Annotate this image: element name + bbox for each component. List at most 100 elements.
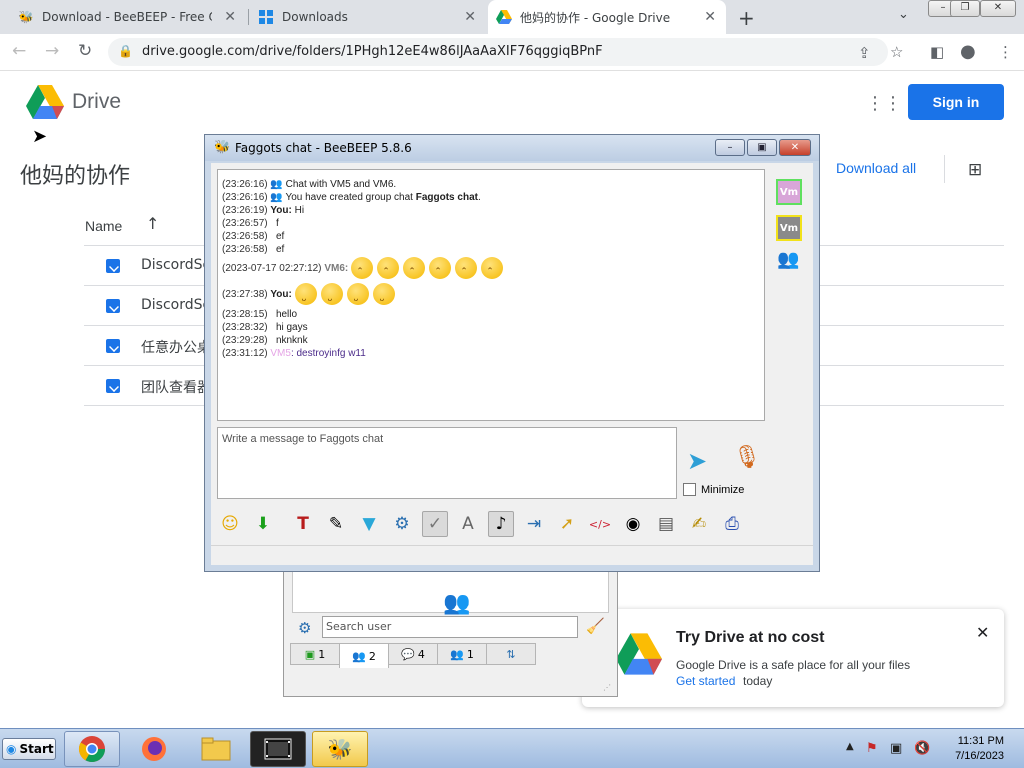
tab-beebeep-download[interactable]: 🐝 Download - BeeBEEP - Free Offic ✕ bbox=[10, 0, 246, 34]
filter-icon[interactable]: ▼ bbox=[356, 511, 382, 537]
file-name: 团队查看器 bbox=[141, 380, 211, 396]
tab-groups[interactable]: 👥 2 bbox=[339, 643, 389, 668]
share-icon[interactable]: ⇪ bbox=[858, 44, 871, 62]
volume-muted-icon[interactable]: 🔇 bbox=[914, 741, 930, 756]
tab-count: 1 bbox=[466, 647, 474, 661]
settings-icon[interactable]: ⚙ bbox=[389, 511, 415, 537]
chat-message: (23:26:19) You: Hi bbox=[222, 205, 305, 216]
sweat-smile-icon bbox=[372, 283, 395, 313]
close-icon[interactable]: ✕ bbox=[464, 9, 476, 25]
frown-face-icon bbox=[455, 257, 477, 280]
font-icon[interactable]: T bbox=[290, 511, 316, 537]
tab-people[interactable]: 👥 1 bbox=[437, 643, 487, 665]
screenshot-icon[interactable]: ◉ bbox=[620, 511, 646, 537]
tab-users[interactable]: ▣ 1 bbox=[290, 643, 340, 665]
group-members-icon[interactable]: 👥 bbox=[777, 249, 809, 270]
start-button[interactable]: ◉ Start bbox=[2, 738, 56, 760]
file-name: 任意办公桌 bbox=[141, 340, 211, 356]
close-window-button[interactable]: ✕ bbox=[980, 0, 1016, 17]
chat-message: (23:26:16) 👥 You have created group chat… bbox=[222, 192, 481, 203]
new-tab-button[interactable]: + bbox=[738, 6, 755, 30]
tab-count: 4 bbox=[417, 647, 425, 661]
close-icon[interactable]: ✕ bbox=[976, 623, 989, 642]
media-icon[interactable] bbox=[250, 731, 306, 767]
tab-title: Downloads bbox=[282, 10, 348, 24]
edit-icon[interactable]: ✍ bbox=[686, 511, 712, 537]
text-icon[interactable]: A bbox=[455, 511, 481, 537]
users-online-icon: ▣ bbox=[304, 647, 316, 661]
print-icon[interactable]: ⎙ bbox=[719, 511, 745, 537]
code-icon[interactable]: </> bbox=[587, 511, 613, 537]
download-all-button[interactable]: Download all bbox=[836, 160, 916, 176]
clear-search-icon[interactable]: 🧹 bbox=[586, 617, 605, 635]
search-user-input[interactable]: Search user bbox=[322, 616, 578, 638]
name-column-header[interactable]: Name bbox=[85, 218, 122, 234]
profile-avatar-icon[interactable]: ● bbox=[960, 41, 976, 62]
security-flag-icon[interactable]: ⚑ bbox=[866, 741, 878, 756]
kebab-menu-icon[interactable]: ⋮ bbox=[998, 43, 1013, 61]
maximize-window-button[interactable]: ▣ bbox=[747, 139, 777, 156]
firefox-icon[interactable] bbox=[126, 731, 182, 767]
close-icon[interactable]: ✕ bbox=[224, 9, 236, 25]
side-panel-icon[interactable]: ◧ bbox=[930, 43, 944, 61]
tab-downloads[interactable]: Downloads ✕ bbox=[250, 0, 486, 34]
color-icon[interactable]: ✎ bbox=[323, 511, 349, 537]
beebeep-user-panel: 👥 ⚙ Search user 🧹 ▣ 1 👥 2 💬 4 👥 1 ⇅ ⋰ bbox=[283, 560, 618, 697]
avatar[interactable]: Vm bbox=[776, 179, 802, 205]
gear-icon[interactable]: ⚙ bbox=[298, 619, 311, 637]
share-icon[interactable]: ➚ bbox=[554, 511, 580, 537]
window-title: Faggots chat - BeeBEEP 5.8.6 bbox=[235, 141, 412, 155]
show-hidden-icons-icon[interactable]: ▲ bbox=[846, 741, 854, 752]
back-arrow-icon[interactable]: ← bbox=[12, 41, 26, 61]
promo-tail-text: today bbox=[743, 674, 773, 688]
avatar[interactable]: Vm bbox=[776, 215, 802, 241]
tab-google-drive[interactable]: 他妈的协作 - Google Drive ✕ bbox=[488, 0, 726, 34]
sort-arrow-icon[interactable]: ↑ bbox=[146, 214, 159, 233]
group-users-icon[interactable]: 👥 bbox=[443, 591, 470, 616]
mouse-cursor-icon: ➤ bbox=[32, 126, 48, 147]
drive-brand[interactable]: Drive bbox=[72, 90, 121, 114]
grid-view-icon[interactable]: ⊞ bbox=[968, 160, 982, 180]
folder-title: 他妈的协作 bbox=[20, 164, 131, 189]
send-message-icon[interactable]: ➤ bbox=[687, 447, 707, 475]
chat-icon: 💬 bbox=[401, 647, 415, 661]
spellcheck-icon[interactable]: ✓ bbox=[422, 511, 448, 537]
window-titlebar[interactable]: 🐝 Faggots chat - BeeBEEP 5.8.6 – ▣ ✕ bbox=[205, 135, 819, 161]
tab-search-chevron-icon[interactable]: ⌄ bbox=[898, 7, 909, 22]
bookmark-star-icon[interactable]: ☆ bbox=[890, 43, 903, 61]
forward-arrow-icon[interactable]: → bbox=[45, 41, 59, 61]
chat-message: (23:26:58) ef bbox=[222, 244, 285, 255]
network-icon[interactable]: ▣ bbox=[890, 741, 902, 756]
url-text: drive.google.com/drive/folders/1PHgh12eE… bbox=[142, 44, 603, 59]
image-icon[interactable]: ▤ bbox=[653, 511, 679, 537]
minimize-window-button[interactable]: – bbox=[715, 139, 745, 156]
message-history[interactable]: (23:26:16) 👥 Chat with VM5 and VM6. (23:… bbox=[217, 169, 765, 421]
chat-message: (23:31:12) VM5: destroyinfg w11 bbox=[222, 348, 366, 359]
user-list[interactable]: 👥 bbox=[292, 571, 609, 616]
tab-chats[interactable]: 💬 4 bbox=[388, 643, 438, 665]
sign-in-button[interactable]: Sign in bbox=[908, 84, 1004, 120]
tab-share[interactable]: ⇅ bbox=[486, 643, 536, 665]
get-started-link[interactable]: Get started bbox=[676, 674, 735, 688]
beebeep-icon[interactable]: 🐝 bbox=[312, 731, 368, 767]
music-icon[interactable]: ♪ bbox=[488, 511, 514, 537]
minimize-checkbox[interactable] bbox=[683, 483, 696, 496]
export-icon[interactable]: ⇥ bbox=[521, 511, 547, 537]
chrome-icon[interactable] bbox=[64, 731, 120, 767]
save-icon[interactable]: ⬇ bbox=[250, 511, 276, 537]
explorer-icon[interactable] bbox=[188, 731, 244, 767]
minimize-label: Minimize bbox=[701, 484, 745, 496]
close-window-button[interactable]: ✕ bbox=[779, 139, 811, 156]
reload-icon[interactable]: ↻ bbox=[78, 41, 92, 61]
close-icon[interactable]: ✕ bbox=[704, 9, 716, 25]
drive-logo-icon[interactable] bbox=[26, 85, 64, 119]
restore-window-button[interactable]: ❐ bbox=[950, 0, 980, 17]
resize-grip[interactable]: ⋰ bbox=[603, 683, 611, 692]
file-icon bbox=[106, 259, 120, 273]
system-clock[interactable]: 11:31 PM 7/16/2023 bbox=[944, 734, 1004, 764]
message-input[interactable]: Write a message to Faggots chat bbox=[217, 427, 677, 499]
lock-icon[interactable]: 🔒 bbox=[118, 44, 133, 58]
microphone-icon[interactable]: 🎙 bbox=[733, 445, 761, 470]
smiley-icon[interactable]: ☺ bbox=[217, 511, 243, 537]
address-bar[interactable]: 🔒 drive.google.com/drive/folders/1PHgh12… bbox=[108, 38, 888, 66]
